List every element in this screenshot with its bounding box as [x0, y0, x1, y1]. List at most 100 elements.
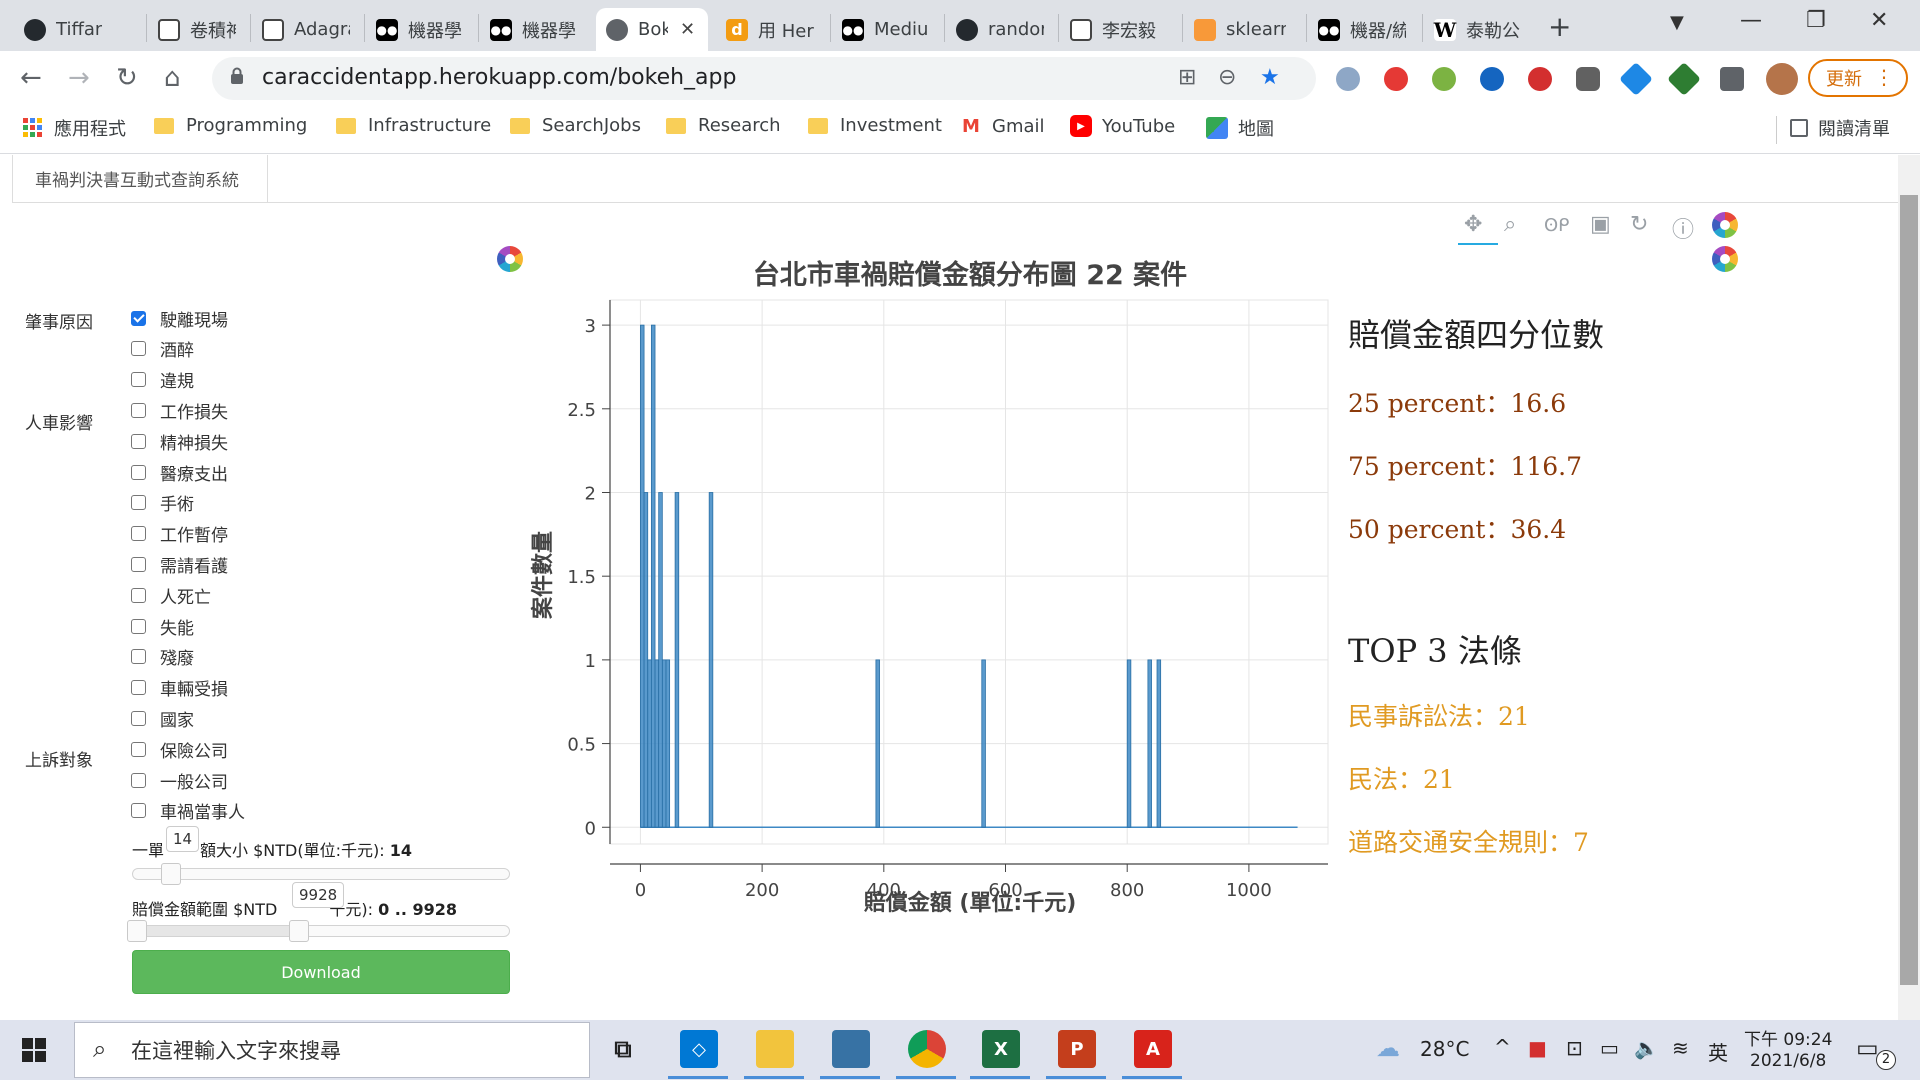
extension-6-icon[interactable] [1576, 67, 1600, 91]
checkbox[interactable] [131, 556, 146, 572]
tab-ml-2[interactable]: ●● 機器學 [480, 8, 590, 51]
reset-tool-icon[interactable]: ↻ [1630, 212, 1648, 237]
back-icon[interactable]: ← [20, 63, 42, 93]
checkbox[interactable] [131, 741, 146, 757]
checkbox-row[interactable]: 失能 [131, 614, 194, 639]
checkbox-row[interactable]: 駛離現場 [131, 306, 228, 331]
histogram-chart[interactable]: 台北市車禍賠償金額分布圖 22 案件 0 200 400 600 800 100000.5… [520, 250, 1340, 930]
checkbox-row[interactable]: 需請看護 [131, 552, 228, 577]
bookmark-gmail[interactable]: M Gmail [960, 115, 1044, 137]
tab-random[interactable]: randor [946, 8, 1056, 51]
bookmark-research[interactable]: Research [666, 115, 781, 136]
checkbox-row[interactable]: 酒醉 [131, 337, 194, 361]
wheel-zoom-tool-icon[interactable]: ʘᑭ [1544, 215, 1569, 236]
extension-3-icon[interactable] [1432, 67, 1456, 91]
checkbox-row[interactable]: 工作損失 [131, 398, 228, 423]
extension-8-icon[interactable] [1667, 62, 1701, 96]
checkbox-row[interactable]: 一般公司 [131, 768, 228, 793]
checkbox-row[interactable]: 保險公司 [131, 737, 228, 762]
checkbox[interactable] [131, 618, 146, 634]
checkbox[interactable] [131, 803, 146, 819]
single-amount-slider[interactable] [132, 863, 510, 885]
app-tab[interactable]: 車禍判決書互動式查詢系統 [12, 155, 268, 203]
scrollbar-thumb[interactable] [1900, 195, 1918, 985]
battery-icon[interactable]: ▭ [1600, 1036, 1619, 1060]
excel-icon[interactable]: X [982, 1030, 1020, 1068]
help-tool-icon[interactable]: ⓘ [1672, 212, 1694, 244]
task-view-icon[interactable]: ⧉ [604, 1030, 642, 1068]
checkbox[interactable] [131, 341, 146, 357]
checkbox[interactable] [131, 649, 146, 665]
tab-tiffany[interactable]: Tiffany [14, 8, 144, 51]
taskbar-search-input[interactable]: ⌕ 在這裡輸入文字來搜尋 [74, 1022, 590, 1078]
checkbox[interactable] [131, 372, 146, 388]
tab-cnn[interactable]: 卷積神 [148, 8, 248, 51]
home-icon[interactable]: ⌂ [164, 63, 181, 93]
ime-indicator[interactable]: 英 [1708, 1037, 1728, 1066]
checkbox[interactable] [131, 310, 146, 326]
tab-medium[interactable]: ●● Mediu [832, 8, 942, 51]
checkbox-row[interactable]: 精神損失 [131, 429, 228, 454]
forward-icon[interactable]: → [68, 63, 90, 93]
checkbox-row[interactable]: 工作暫停 [131, 522, 228, 546]
checkbox[interactable] [131, 587, 146, 603]
acrobat-icon[interactable]: A [1134, 1030, 1172, 1068]
tray-app-icon[interactable]: ■ [1528, 1036, 1547, 1060]
checkbox-row[interactable]: 人死亡 [131, 583, 211, 608]
extensions-puzzle-icon[interactable] [1720, 67, 1744, 91]
tab-ml-stats[interactable]: ●● 機器/統 [1308, 8, 1420, 51]
bookmark-maps[interactable]: 地圖 [1206, 115, 1274, 141]
checkbox-row[interactable]: 車禍當事人 [131, 799, 245, 823]
vscode-icon[interactable]: ◇ [680, 1030, 718, 1068]
bookmark-investment[interactable]: Investment [808, 115, 942, 136]
extension-5-icon[interactable] [1528, 67, 1552, 91]
tab-ml-1[interactable]: ●● 機器學 [366, 8, 476, 51]
file-explorer-icon[interactable] [756, 1030, 794, 1068]
bookmark-infrastructure[interactable]: Infrastructure [336, 115, 491, 136]
bookmark-star-icon[interactable]: ★ [1260, 65, 1280, 90]
checkbox-row[interactable]: 殘廢 [131, 645, 194, 669]
restore-icon[interactable]: ❐ [1806, 8, 1826, 33]
reload-icon[interactable]: ↻ [116, 63, 138, 93]
bookmark-apps[interactable]: 應用程式 [22, 115, 126, 141]
download-button[interactable]: Download [132, 950, 510, 994]
checkbox[interactable] [131, 495, 146, 511]
adblock-icon[interactable] [1384, 67, 1408, 91]
clock-time[interactable]: 下午 09:24 [1744, 1025, 1832, 1050]
wifi-icon[interactable]: ≋ [1672, 1036, 1689, 1060]
tab-heroku[interactable]: d 用 Her [716, 8, 826, 51]
powerpoint-icon[interactable]: P [1058, 1030, 1096, 1068]
update-button[interactable]: 更新 ⋮ [1808, 59, 1908, 97]
tab-bokeh-active[interactable]: Bok ✕ [596, 8, 708, 51]
checkbox[interactable] [131, 402, 146, 418]
checkbox[interactable] [131, 710, 146, 726]
save-tool-icon[interactable]: ▣ [1590, 212, 1611, 237]
range-handle-low[interactable] [127, 920, 147, 942]
extension-1-icon[interactable] [1336, 67, 1360, 91]
tab-hungyi[interactable]: 李宏毅 [1060, 8, 1180, 51]
checkbox[interactable] [131, 464, 146, 480]
chrome-icon[interactable] [908, 1030, 946, 1068]
close-tab-icon[interactable]: ✕ [680, 19, 695, 40]
tab-sklearn[interactable]: sklearn [1184, 8, 1304, 51]
reading-list[interactable]: 閱讀清單 [1790, 115, 1890, 141]
clock-date[interactable]: 2021/6/8 [1750, 1051, 1826, 1071]
bookmark-youtube[interactable]: ▶ YouTube [1070, 115, 1175, 137]
checkbox-row[interactable]: 車輛受損 [131, 676, 228, 700]
checkbox[interactable] [131, 772, 146, 788]
amount-range-slider[interactable] [127, 920, 510, 942]
tab-search-icon[interactable]: ▼ [1670, 12, 1684, 33]
checkbox-row[interactable]: 手術 [131, 491, 194, 515]
translate-icon[interactable]: ⊞ [1178, 65, 1196, 90]
bookmark-searchjobs[interactable]: SearchJobs [510, 115, 641, 136]
checkbox-row[interactable]: 國家 [131, 706, 194, 731]
range-handle-high[interactable] [289, 920, 310, 942]
close-window-icon[interactable]: ✕ [1870, 8, 1888, 33]
tray-device-icon[interactable]: ⊡ [1566, 1036, 1583, 1060]
checkbox-row[interactable]: 違規 [131, 368, 194, 392]
extension-4-icon[interactable] [1480, 67, 1504, 91]
zoom-icon[interactable]: ⊖ [1218, 65, 1236, 90]
extension-7-icon[interactable] [1619, 62, 1653, 96]
pan-tool-icon[interactable]: ✥ [1464, 212, 1482, 237]
bookmark-programming[interactable]: Programming [154, 115, 307, 136]
